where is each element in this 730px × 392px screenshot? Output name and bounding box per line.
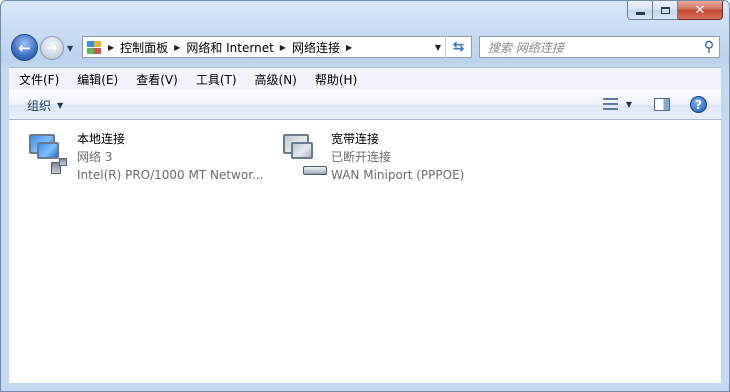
minimize-icon <box>635 12 645 15</box>
connection-name: 本地连接 <box>77 132 126 146</box>
search-input[interactable]: 搜索 网络连接 <box>480 39 699 56</box>
address-bar[interactable]: ▶ 控制面板 ▶ 网络和 Internet ▶ 网络连接 ▶ ▼ ⇆ <box>82 36 472 58</box>
view-options-icon <box>602 97 618 111</box>
address-dropdown-icon[interactable]: ▼ <box>435 43 441 52</box>
connections-list: 本地连接 网络 3 Intel(R) PRO/1000 MT Networ...… <box>9 120 721 383</box>
broadband-connection-icon <box>277 130 329 182</box>
maximize-icon <box>660 6 670 14</box>
chevron-down-icon[interactable]: ▼ <box>626 100 632 109</box>
connection-device: WAN Miniport (PPPOE) <box>331 168 465 182</box>
search-box[interactable]: 搜索 网络连接 ⚲ <box>479 36 720 58</box>
menu-file[interactable]: 文件(F) <box>9 71 67 88</box>
menu-tools[interactable]: 工具(T) <box>186 71 245 88</box>
change-view-button[interactable]: ▼ <box>602 97 632 111</box>
control-panel-icon <box>86 40 102 55</box>
arrow-right-icon: → <box>46 40 58 56</box>
recent-pages-dropdown[interactable]: ▼ <box>67 44 73 53</box>
close-button[interactable]: ✕ <box>678 1 723 20</box>
help-icon[interactable]: ? <box>690 96 707 113</box>
navigation-bar: ← → ▼ ▶ 控制面板 ▶ 网络和 Internet ▶ 网络连接 ▶ ▼ ⇆… <box>1 31 729 63</box>
connection-status: 网络 3 <box>77 150 113 164</box>
search-icon[interactable]: ⚲ <box>699 39 719 55</box>
menu-view[interactable]: 查看(V) <box>126 71 186 88</box>
breadcrumb-separator[interactable]: ▶ <box>346 43 352 52</box>
back-button[interactable]: ← <box>11 34 38 61</box>
organize-label: 组织 <box>27 99 52 113</box>
lan-connection-icon <box>23 130 75 182</box>
connection-status: 已断开连接 <box>331 150 392 164</box>
breadcrumb-control-panel[interactable]: 控制面板 <box>120 39 168 56</box>
window-controls: ✕ <box>627 1 723 21</box>
menu-bar: 文件(F) 编辑(E) 查看(V) 工具(T) 高级(N) 帮助(H) <box>9 67 721 90</box>
close-icon: ✕ <box>694 2 706 18</box>
chevron-down-icon: ▼ <box>57 101 64 110</box>
breadcrumb-separator[interactable]: ▶ <box>108 43 114 52</box>
refresh-icon: ⇆ <box>452 39 465 55</box>
breadcrumb-separator[interactable]: ▶ <box>280 43 286 52</box>
menu-help[interactable]: 帮助(H) <box>305 71 365 88</box>
minimize-button[interactable] <box>627 1 653 20</box>
breadcrumb-network-internet[interactable]: 网络和 Internet <box>186 39 273 56</box>
forward-button[interactable]: → <box>40 36 64 60</box>
menu-advanced[interactable]: 高级(N) <box>245 71 305 88</box>
preview-pane-icon[interactable] <box>654 98 670 111</box>
connection-item-broadband[interactable]: 宽带连接 已断开连接 WAN Miniport (PPPOE) <box>277 130 464 184</box>
breadcrumb-separator[interactable]: ▶ <box>174 43 180 52</box>
menu-edit[interactable]: 编辑(E) <box>67 71 126 88</box>
explorer-window: ✕ ← → ▼ ▶ 控制面板 ▶ 网络和 Internet ▶ 网络连接 ▶ ▼… <box>0 0 730 392</box>
refresh-button[interactable]: ⇆ <box>445 36 471 58</box>
breadcrumb-network-connections[interactable]: 网络连接 <box>292 39 340 56</box>
connection-device: Intel(R) PRO/1000 MT Networ... <box>77 168 264 182</box>
connection-name: 宽带连接 <box>331 132 380 146</box>
connection-item-local[interactable]: 本地连接 网络 3 Intel(R) PRO/1000 MT Networ... <box>23 130 264 184</box>
arrow-left-icon: ← <box>18 38 31 57</box>
maximize-button[interactable] <box>653 1 678 20</box>
organize-button[interactable]: 组织 ▼ <box>27 97 63 114</box>
command-bar: 组织 ▼ ▼ ? <box>9 90 721 120</box>
